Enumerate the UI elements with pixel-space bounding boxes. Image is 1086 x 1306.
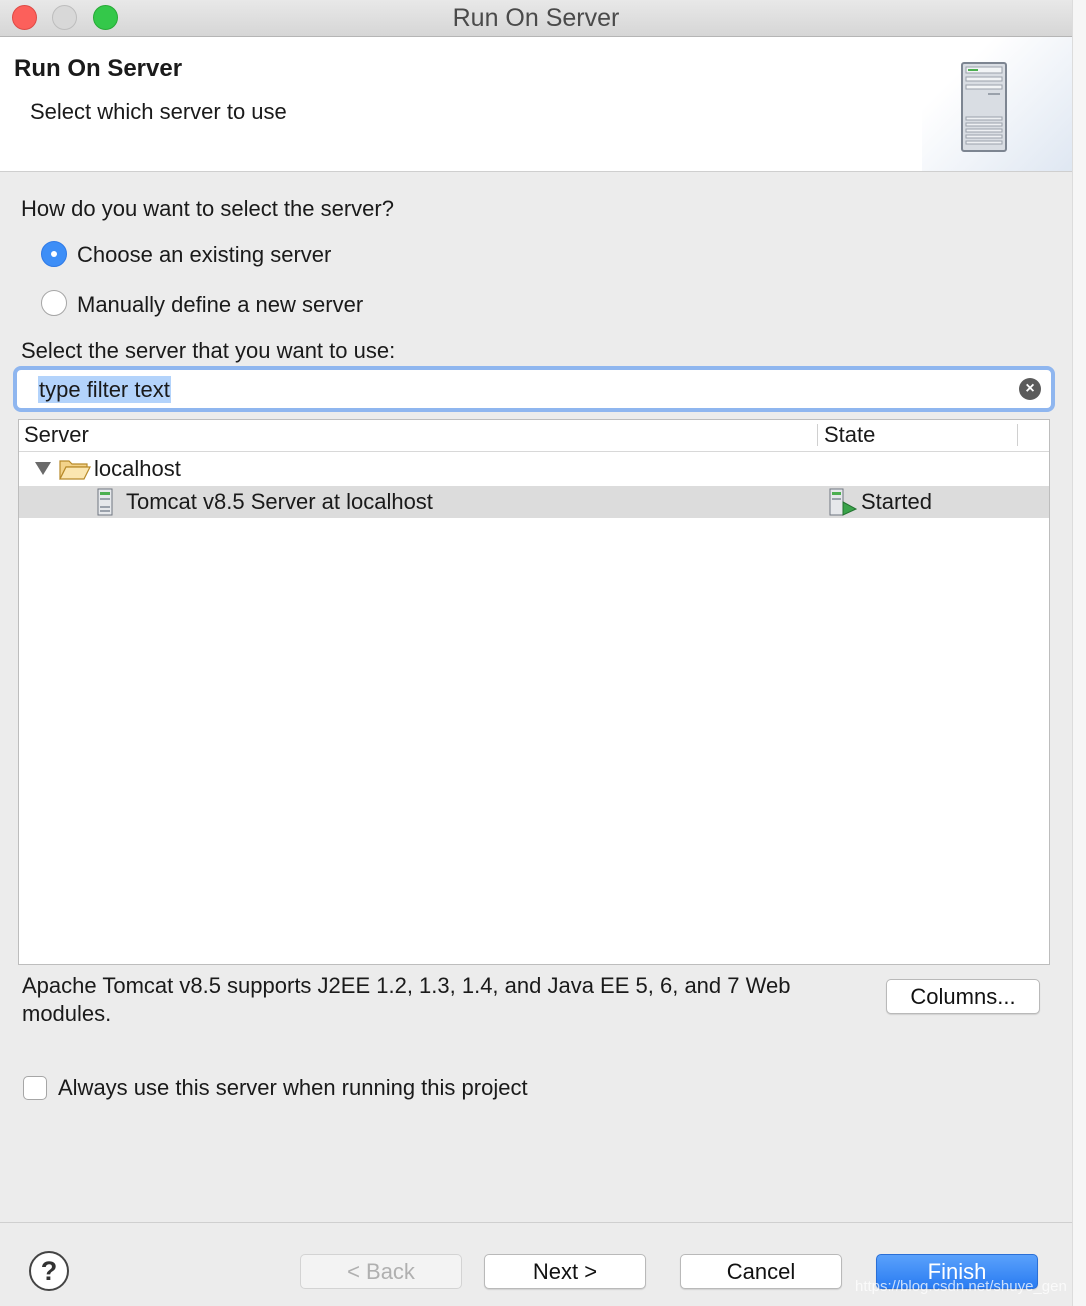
row-name-localhost: localhost [94,456,181,481]
server-small-icon [97,488,113,516]
radio-new-server[interactable]: Manually define a new server [40,289,400,319]
table-row-localhost[interactable]: localhost [19,453,1049,485]
filter-field[interactable]: type filter text × [13,366,1055,412]
server-table[interactable]: Server State localhost Tomcat v8.5 Serve… [18,419,1050,965]
cancel-button[interactable]: Cancel [680,1254,842,1289]
radio-existing-server[interactable]: Choose an existing server [40,240,380,270]
help-button[interactable]: ? [29,1251,69,1291]
row-state-tomcat: Started [861,489,932,514]
window-title-bar[interactable]: Run On Server [0,0,1072,37]
disclosure-triangle-expanded-icon[interactable] [35,462,51,476]
column-header-server[interactable]: Server [24,422,89,448]
radio-existing-server-label[interactable]: Choose an existing server [77,242,331,268]
always-use-label[interactable]: Always use this server when running this… [58,1075,528,1101]
page-subtitle: Select which server to use [30,99,287,124]
radio-new-server-indicator[interactable] [41,290,67,316]
column-header-state[interactable]: State [824,422,875,448]
server-list-label: Select the server that you want to use: [21,338,396,363]
clear-icon[interactable]: × [1019,378,1041,400]
back-button[interactable]: < Back [300,1254,462,1289]
table-row-tomcat[interactable]: Tomcat v8.5 Server at localhost Started [19,486,1049,518]
window-edge [1072,0,1086,1306]
server-started-icon [829,488,857,516]
radio-new-server-label[interactable]: Manually define a new server [77,292,363,318]
column-divider[interactable] [817,424,818,446]
server-description: Apache Tomcat v8.5 supports J2EE 1.2, 1.… [22,973,791,1026]
footer-divider [0,1222,1072,1223]
always-use-checkbox[interactable] [23,1076,47,1100]
columns-button[interactable]: Columns... [886,979,1040,1014]
radio-existing-server-indicator[interactable] [41,241,67,267]
selection-question: How do you want to select the server? [21,196,394,221]
watermark: https://blog.csdn.net/shuye_gen [855,1278,1067,1295]
filter-input[interactable] [21,372,1011,406]
row-name-tomcat: Tomcat v8.5 Server at localhost [126,489,433,514]
server-icon [961,62,1007,152]
next-button[interactable]: Next > [484,1254,646,1289]
column-divider[interactable] [1017,424,1018,446]
page-title: Run On Server [14,55,183,82]
folder-open-icon [59,460,91,480]
table-header: Server State [19,420,1049,452]
wizard-header: Run On Server Select which server to use [0,37,1072,172]
window-title: Run On Server [452,4,620,32]
